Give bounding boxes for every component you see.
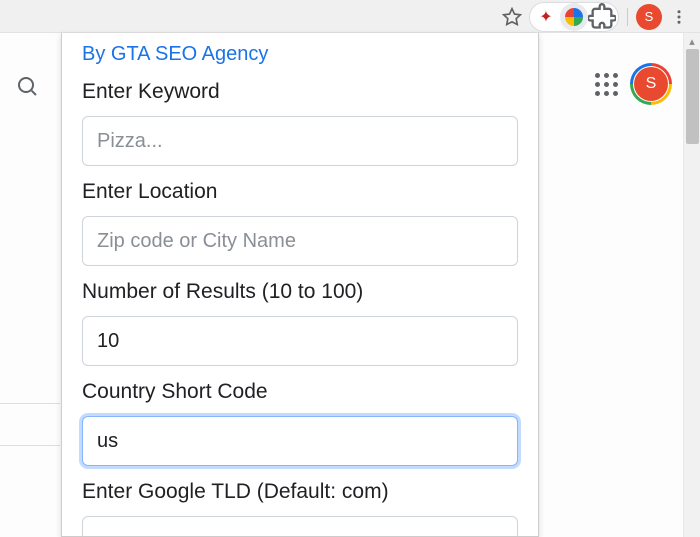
scrollbar-thumb[interactable] bbox=[686, 49, 699, 144]
browser-toolbar: ✦ S bbox=[0, 0, 700, 33]
keyword-label: Enter Keyword bbox=[82, 80, 518, 104]
kebab-menu-icon[interactable] bbox=[666, 4, 692, 30]
account-avatar[interactable]: S bbox=[630, 63, 672, 105]
google-apps-icon[interactable] bbox=[595, 73, 618, 96]
tld-input[interactable] bbox=[82, 516, 518, 536]
country-input[interactable] bbox=[82, 416, 518, 466]
divider-line bbox=[0, 403, 60, 404]
tld-label: Enter Google TLD (Default: com) bbox=[82, 480, 518, 504]
profile-avatar-small[interactable]: S bbox=[636, 4, 662, 30]
extension-group: ✦ bbox=[529, 2, 619, 32]
bookmark-star-icon[interactable] bbox=[499, 4, 525, 30]
globe-extension-icon[interactable] bbox=[560, 3, 588, 31]
scroll-up-arrow-icon[interactable]: ▴ bbox=[684, 33, 700, 49]
vertical-scrollbar[interactable]: ▴ bbox=[683, 33, 700, 537]
keyword-input[interactable] bbox=[82, 116, 518, 166]
divider-line bbox=[0, 445, 60, 446]
avatar-letter: S bbox=[634, 67, 668, 101]
country-label: Country Short Code bbox=[82, 380, 518, 404]
agency-link[interactable]: By GTA SEO Agency bbox=[82, 43, 518, 66]
maple-extension-icon[interactable]: ✦ bbox=[532, 3, 560, 31]
results-label: Number of Results (10 to 100) bbox=[82, 280, 518, 304]
extension-popup: By GTA SEO Agency Enter Keyword Enter Lo… bbox=[61, 33, 539, 537]
toolbar-divider bbox=[627, 8, 628, 26]
search-icon[interactable] bbox=[4, 63, 50, 109]
results-input[interactable] bbox=[82, 316, 518, 366]
location-input[interactable] bbox=[82, 216, 518, 266]
extensions-icon[interactable] bbox=[588, 3, 616, 31]
location-label: Enter Location bbox=[82, 180, 518, 204]
